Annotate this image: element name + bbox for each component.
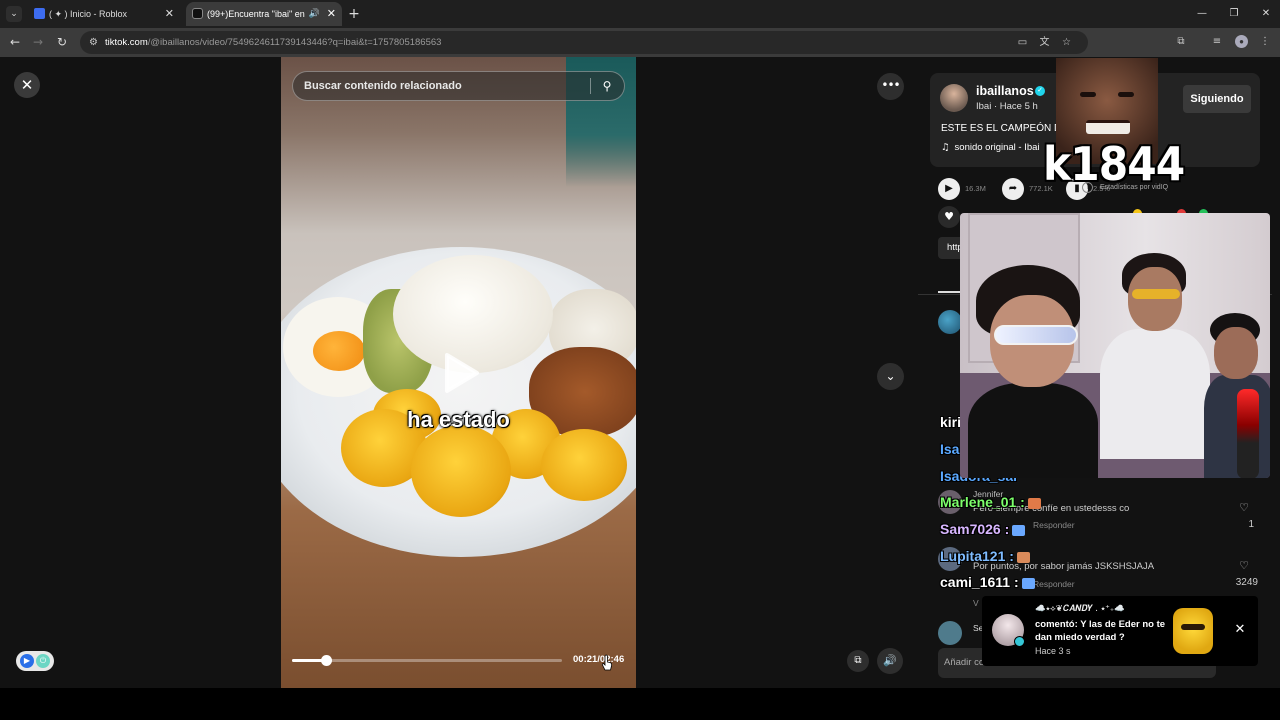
address-bar: ← → ↻ ⚙ tiktok.com/@ibaillanos/video/754… (0, 28, 1280, 57)
chat-message: Lupita121 : (940, 548, 1030, 564)
reply-link[interactable]: Responder (1033, 579, 1075, 589)
meme-overlay-text: k1844 (1043, 137, 1185, 191)
media-control-icon[interactable]: ≡ (1208, 33, 1226, 51)
share-icon: ➦ (1002, 178, 1024, 200)
chat-message: Marlene_01 : (940, 494, 1041, 510)
mouse-cursor-icon (601, 654, 613, 671)
like-button[interactable]: ♥ (938, 206, 960, 228)
profile-avatar[interactable]: ● (1235, 35, 1248, 48)
back-icon[interactable]: ← (6, 33, 24, 51)
video-player[interactable]: Buscar contenido relacionado ⚲ ha estado… (281, 57, 636, 688)
streamer-webcam (960, 213, 1270, 478)
reload-icon[interactable]: ↻ (53, 33, 71, 51)
comment-notification[interactable]: ☁️⭑⟡❦𝑪𝑨𝑵𝑫𝒀 . ⭑⁺₊☁️ comentó: Y las de Ede… (982, 596, 1258, 666)
speaker-icon[interactable]: 🔊 (309, 2, 320, 26)
restore-icon[interactable]: ❐ (1218, 0, 1250, 28)
floating-player-icon[interactable]: ⧉ (847, 650, 869, 672)
tab-search-button[interactable]: ⌄ (6, 6, 22, 22)
bookmark-star-icon[interactable]: ☆ (1059, 35, 1074, 50)
site-info-icon[interactable]: ⚙ (87, 36, 100, 49)
close-tab-icon[interactable]: ✕ (327, 2, 336, 26)
video-caption: ha estado (407, 407, 510, 432)
close-tab-icon[interactable]: ✕ (165, 2, 174, 26)
notification-badge-icon (1014, 636, 1025, 647)
comment-like-count: 3249 (1235, 577, 1258, 588)
sound-link[interactable]: ♫ sonido original - Ibai (941, 142, 1040, 153)
emote-icon (1016, 551, 1030, 563)
tab-tiktok[interactable]: (99+)Encuentra "ibai" en TikTok 🔊 ✕ (186, 2, 342, 26)
emote-icon (1027, 497, 1041, 509)
extension-play-icon[interactable]: ▶ (20, 654, 34, 668)
related-search-input[interactable]: Buscar contenido relacionado ⚲ (292, 71, 625, 101)
comment-like-count: 1 (1248, 519, 1254, 530)
chrome-menu-icon[interactable]: ⋮ (1256, 33, 1274, 51)
extension-power-icon[interactable]: ⏻ (36, 654, 50, 668)
tiktok-favicon-icon (192, 8, 203, 19)
translate-icon[interactable]: 文 (1037, 35, 1052, 50)
time-display: 00:21/02:46 (573, 654, 625, 665)
author-username[interactable]: ibaillanos (976, 84, 1034, 98)
forward-icon[interactable]: → (29, 33, 47, 51)
volume-icon[interactable]: 🔊 (877, 648, 903, 674)
emote-icon (1021, 577, 1035, 589)
chat-message: kiri (940, 414, 962, 430)
tab-title: ( ✦ ) Inicio - Roblox (49, 9, 128, 19)
more-options-button[interactable]: ••• (877, 73, 904, 100)
verified-badge-icon: ✓ (1035, 86, 1045, 96)
notification-message: comentó: Y las de Eder no te dan miedo v… (1035, 619, 1166, 643)
search-placeholder: Buscar contenido relacionado (304, 80, 462, 92)
roblox-favicon-icon (34, 8, 45, 19)
play-icon[interactable] (441, 351, 481, 395)
extension-badge[interactable]: ▶ ⏻ (16, 651, 54, 671)
cast-icon[interactable]: ▭ (1015, 35, 1030, 50)
new-tab-button[interactable]: + (346, 4, 362, 24)
search-icon[interactable]: ⚲ (597, 76, 617, 96)
emote-icon (1012, 524, 1026, 536)
progress-bar[interactable] (292, 655, 562, 666)
comment-like-icon[interactable]: ♡ (1234, 501, 1254, 514)
music-note-icon: ♫ (941, 142, 950, 153)
comments-tab-indicator (938, 291, 960, 293)
chat-message: Isa (940, 441, 960, 457)
notification-time: Hace 3 s (1035, 646, 1071, 656)
tab-roblox[interactable]: ( ✦ ) Inicio - Roblox ✕ (28, 2, 180, 26)
url-text: tiktok.com/@ibaillanos/video/75496246117… (105, 37, 442, 48)
close-video-button[interactable]: ✕ (14, 72, 40, 98)
extensions-icon[interactable]: ⧉ (1172, 33, 1190, 51)
author-subline: Ibai · Hace 5 h (976, 101, 1038, 112)
play-icon: ▶ (938, 178, 960, 200)
following-button[interactable]: Siguiendo (1183, 85, 1251, 113)
microphone-icon (1237, 389, 1259, 478)
tab-title: (99+)Encuentra "ibai" en TikTok (207, 9, 306, 19)
browser-tab-bar: ⌄ ( ✦ ) Inicio - Roblox ✕ (99+)Encuentra… (0, 0, 1280, 28)
chat-message: Sam7026 : (940, 521, 1026, 537)
url-field[interactable]: ⚙ tiktok.com/@ibaillanos/video/754962461… (80, 31, 1088, 54)
next-video-button[interactable]: ⌄ (877, 363, 904, 390)
reply-link[interactable]: Responder (1033, 520, 1075, 530)
commenter-avatar[interactable] (938, 310, 962, 334)
notification-name: ☁️⭑⟡❦𝑪𝑨𝑵𝑫𝒀 . ⭑⁺₊☁️ (1035, 604, 1125, 614)
close-window-icon[interactable]: ✕ (1250, 0, 1280, 28)
minimize-icon[interactable]: — (1186, 0, 1218, 28)
notification-thumbnail (1173, 608, 1213, 654)
author-avatar[interactable] (940, 84, 968, 112)
close-notification-icon[interactable]: ✕ (1232, 622, 1248, 638)
comment-like-icon[interactable]: ♡ (1234, 559, 1254, 572)
commenter-avatar[interactable] (938, 621, 962, 645)
progress-knob[interactable] (321, 655, 333, 666)
chat-message: cami_1611 : (940, 574, 1035, 590)
